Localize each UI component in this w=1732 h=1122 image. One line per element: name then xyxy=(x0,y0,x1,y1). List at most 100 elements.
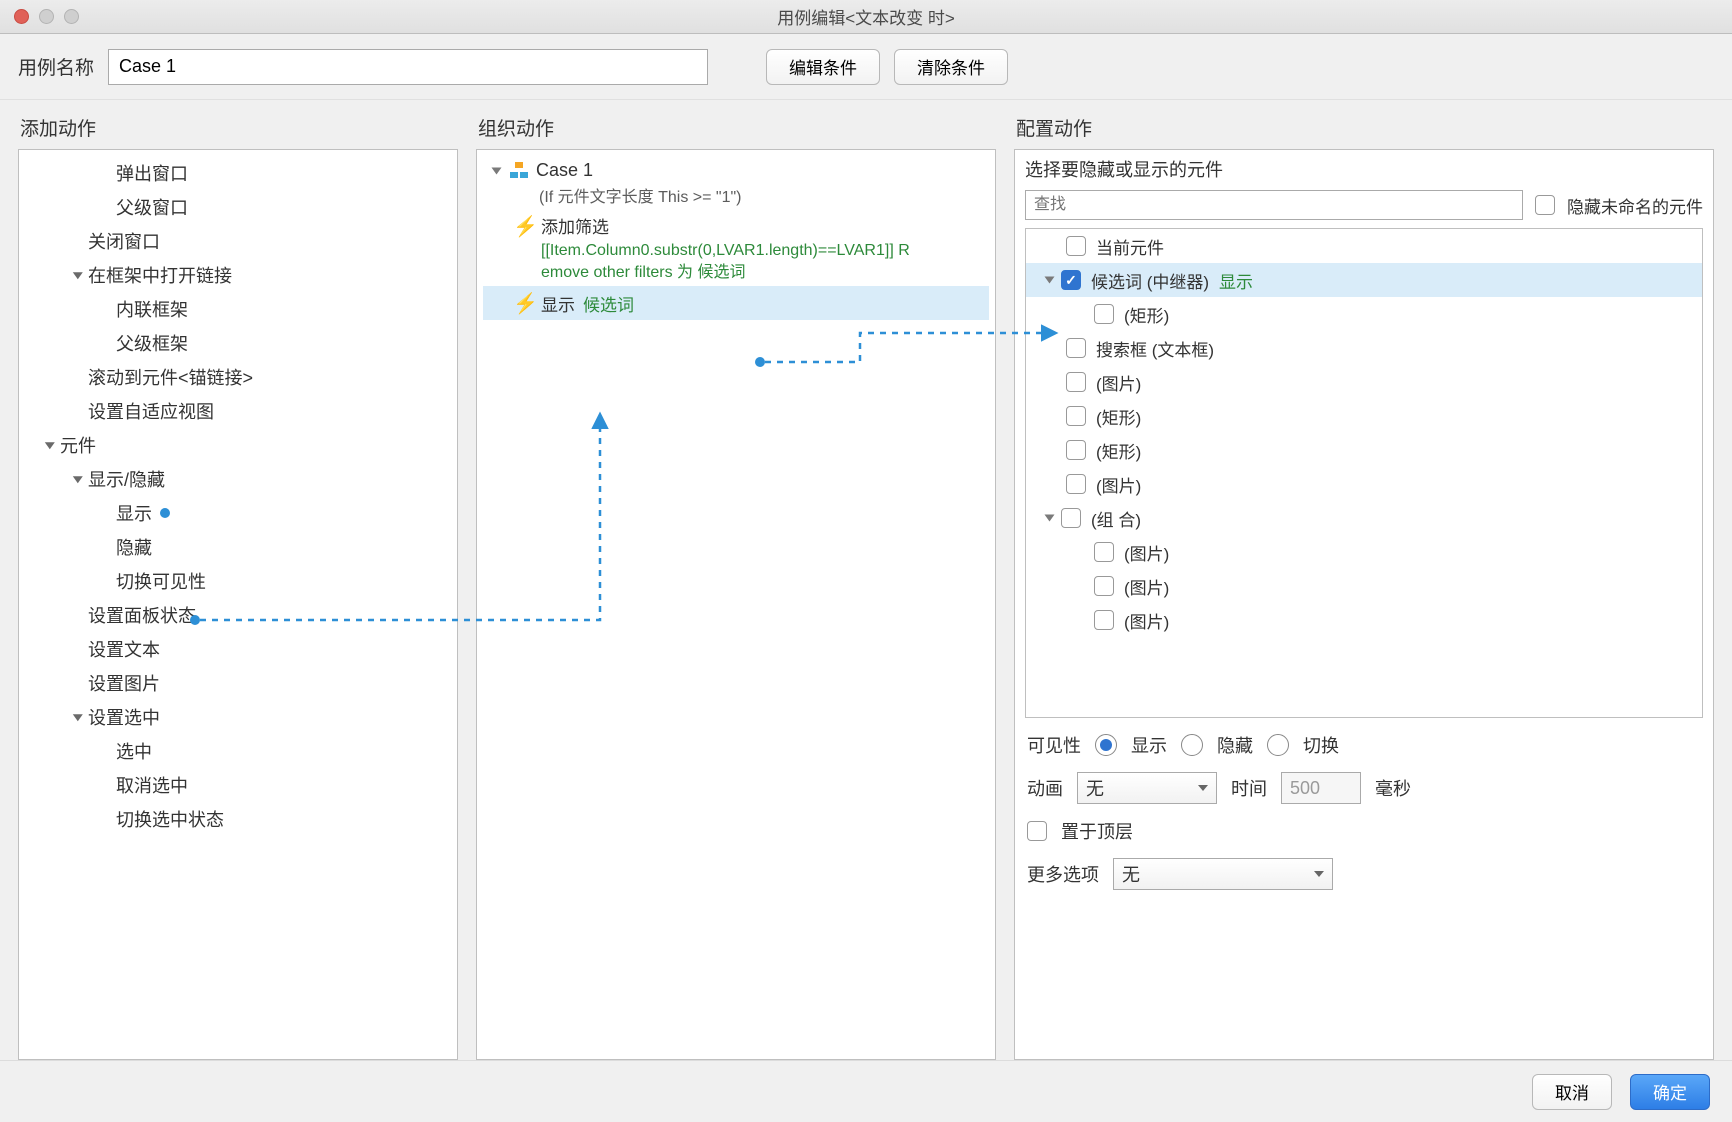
more-options-label: 更多选项 xyxy=(1027,861,1099,887)
widget-checkbox[interactable] xyxy=(1094,576,1114,596)
action-item[interactable]: 父级框架 xyxy=(19,326,457,360)
hide-unnamed-checkbox[interactable] xyxy=(1535,195,1555,215)
visibility-label: 可见性 xyxy=(1027,732,1081,758)
more-options-select[interactable]: 无 xyxy=(1113,858,1333,890)
time-input[interactable]: 500 xyxy=(1281,772,1361,804)
widget-label: (图片) xyxy=(1096,370,1141,395)
ok-button[interactable]: 确定 xyxy=(1630,1074,1710,1110)
widget-search-input[interactable] xyxy=(1025,190,1523,220)
widget-label: (图片) xyxy=(1124,540,1169,565)
widget-checkbox[interactable] xyxy=(1094,542,1114,562)
widget-checkbox[interactable] xyxy=(1061,508,1081,528)
visibility-show-radio[interactable] xyxy=(1095,734,1117,756)
animation-select[interactable]: 无 xyxy=(1077,772,1217,804)
widget-label: 搜索框 (文本框) xyxy=(1096,336,1214,361)
widget-label: (矩形) xyxy=(1096,404,1141,429)
action-item[interactable]: 内联框架 xyxy=(19,292,457,326)
bring-to-front-label: 置于顶层 xyxy=(1061,818,1133,844)
widget-row[interactable]: (组 合) xyxy=(1026,501,1702,535)
action-show-row[interactable]: 显示 候选词 xyxy=(483,286,989,320)
animation-label: 动画 xyxy=(1027,775,1063,801)
action-item[interactable]: 滚动到元件<锚链接> xyxy=(19,360,457,394)
widget-checkbox[interactable] xyxy=(1094,304,1114,324)
case-name-input[interactable] xyxy=(108,49,708,85)
organize-actions-header: 组织动作 xyxy=(476,110,996,149)
action-item[interactable]: 取消选中 xyxy=(19,768,457,802)
widget-row[interactable]: (图片) xyxy=(1026,535,1702,569)
action-item-label: 切换选中状态 xyxy=(116,806,224,832)
bring-to-front-checkbox[interactable] xyxy=(1027,821,1047,841)
widget-label: (图片) xyxy=(1124,574,1169,599)
action-item-label: 显示 xyxy=(116,500,152,526)
case-node[interactable]: Case 1 xyxy=(536,160,593,181)
widget-list[interactable]: 当前元件候选词 (中继器) 显示 (矩形) 搜索框 (文本框) (图片) (矩形) (矩形)… xyxy=(1025,228,1703,718)
widget-row[interactable]: (图片) xyxy=(1026,365,1702,399)
action-item[interactable]: 切换选中状态 xyxy=(19,802,457,836)
widget-checkbox[interactable] xyxy=(1066,440,1086,460)
action-item[interactable]: 设置文本 xyxy=(19,632,457,666)
action-add-filter[interactable]: 添加筛选 xyxy=(541,213,609,238)
widget-row[interactable]: (矩形) xyxy=(1026,297,1702,331)
action-item[interactable]: 父级窗口 xyxy=(19,190,457,224)
visibility-toggle-radio[interactable] xyxy=(1267,734,1289,756)
widget-label: (图片) xyxy=(1096,472,1141,497)
widget-row[interactable]: (图片) xyxy=(1026,603,1702,637)
action-item[interactable]: 设置图片 xyxy=(19,666,457,700)
action-item[interactable]: 元件 xyxy=(19,428,457,462)
action-item[interactable]: 设置自适应视图 xyxy=(19,394,457,428)
action-show-target: 候选词 xyxy=(583,291,634,316)
action-item[interactable]: 选中 xyxy=(19,734,457,768)
widget-row[interactable]: 搜索框 (文本框) xyxy=(1026,331,1702,365)
configure-header: 配置动作 xyxy=(1014,110,1714,149)
action-item[interactable]: 关闭窗口 xyxy=(19,224,457,258)
action-item[interactable]: 弹出窗口 xyxy=(19,156,457,190)
widget-checkbox[interactable] xyxy=(1061,270,1081,290)
action-item-label: 设置面板状态 xyxy=(88,602,196,628)
action-item[interactable]: 切换可见性 xyxy=(19,564,457,598)
add-actions-header: 添加动作 xyxy=(18,110,458,149)
hide-unnamed-label: 隐藏未命名的元件 xyxy=(1567,193,1703,218)
action-item-label: 显示/隐藏 xyxy=(88,466,165,492)
action-item[interactable]: 隐藏 xyxy=(19,530,457,564)
widget-row[interactable]: (矩形) xyxy=(1026,433,1702,467)
action-item[interactable]: 显示 xyxy=(19,496,457,530)
case-name-label: 用例名称 xyxy=(18,53,94,80)
widget-checkbox[interactable] xyxy=(1066,338,1086,358)
action-item[interactable]: 在框架中打开链接 xyxy=(19,258,457,292)
visibility-show-label: 显示 xyxy=(1131,732,1167,758)
edit-condition-button[interactable]: 编辑条件 xyxy=(766,49,880,85)
action-item[interactable]: 设置面板状态 xyxy=(19,598,457,632)
cancel-button[interactable]: 取消 xyxy=(1532,1074,1612,1110)
time-unit: 毫秒 xyxy=(1375,775,1411,801)
widget-suffix: 显示 xyxy=(1219,268,1253,293)
widget-label: (矩形) xyxy=(1124,302,1169,327)
titlebar: 用例编辑<文本改变 时> xyxy=(0,0,1732,34)
widget-checkbox[interactable] xyxy=(1094,610,1114,630)
action-item-label: 设置图片 xyxy=(88,670,160,696)
action-item[interactable]: 设置选中 xyxy=(19,700,457,734)
window-title: 用例编辑<文本改变 时> xyxy=(0,4,1732,29)
add-actions-tree[interactable]: 弹出窗口父级窗口关闭窗口在框架中打开链接内联框架父级框架滚动到元件<锚链接>设置… xyxy=(19,150,457,1059)
visibility-hide-label: 隐藏 xyxy=(1217,732,1253,758)
widget-row[interactable]: (图片) xyxy=(1026,569,1702,603)
widget-checkbox[interactable] xyxy=(1066,406,1086,426)
action-item-label: 在框架中打开链接 xyxy=(88,262,232,288)
widget-checkbox[interactable] xyxy=(1066,474,1086,494)
action-item-label: 设置选中 xyxy=(88,704,160,730)
action-add-filter-detail: [[Item.Column0.substr(0,LVAR1.length)==L… xyxy=(483,240,913,284)
widget-row[interactable]: 当前元件 xyxy=(1026,229,1702,263)
widget-row[interactable]: (矩形) xyxy=(1026,399,1702,433)
clear-condition-button[interactable]: 清除条件 xyxy=(894,49,1008,85)
widget-checkbox[interactable] xyxy=(1066,236,1086,256)
widget-row[interactable]: 候选词 (中继器) 显示 xyxy=(1026,263,1702,297)
select-widgets-label: 选择要隐藏或显示的元件 xyxy=(1015,150,1713,190)
organize-tree[interactable]: Case 1 (If 元件文字长度 This >= "1") 添加筛选 [[It… xyxy=(477,150,995,328)
action-item[interactable]: 显示/隐藏 xyxy=(19,462,457,496)
widget-label: 候选词 (中继器) xyxy=(1091,268,1209,293)
widget-label: (组 合) xyxy=(1091,506,1141,531)
widget-row[interactable]: (图片) xyxy=(1026,467,1702,501)
action-item-label: 弹出窗口 xyxy=(116,160,188,186)
visibility-hide-radio[interactable] xyxy=(1181,734,1203,756)
action-item-label: 父级窗口 xyxy=(116,194,188,220)
widget-checkbox[interactable] xyxy=(1066,372,1086,392)
